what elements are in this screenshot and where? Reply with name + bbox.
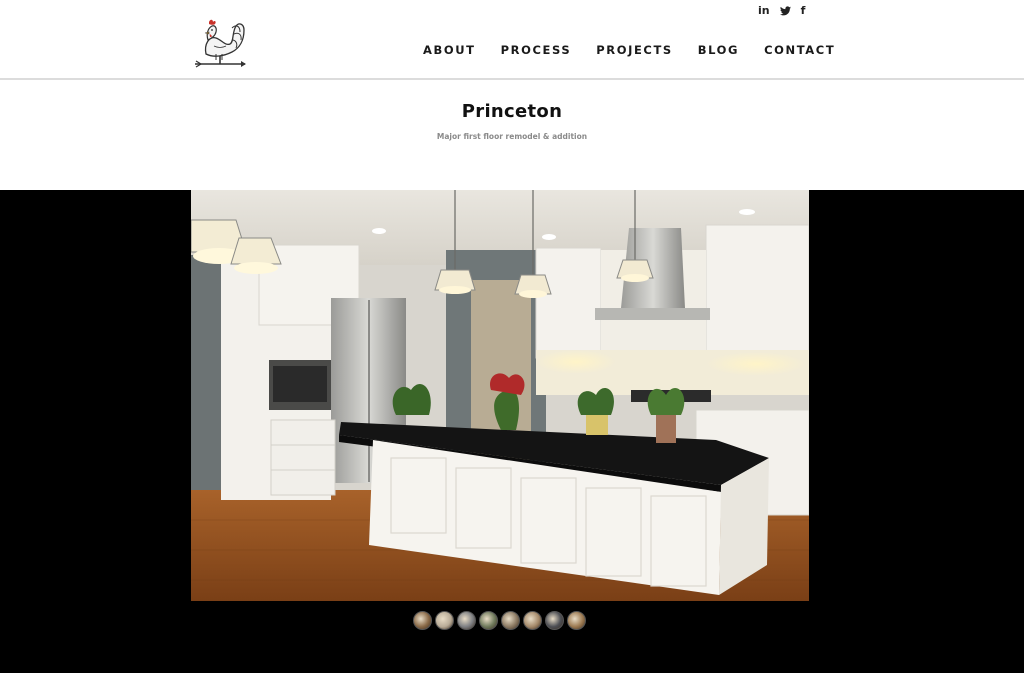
site-header: in f ABOUT PROCESS PROJECTS BLOG CONTACT (0, 0, 1024, 80)
thumbnail-strip (413, 611, 586, 630)
page-subtitle: Major first floor remodel & addition (436, 132, 588, 141)
gallery-thumbnail[interactable] (567, 611, 586, 630)
nav-blog[interactable]: BLOG (698, 43, 739, 57)
nav-process[interactable]: PROCESS (501, 43, 572, 57)
main-nav: ABOUT PROCESS PROJECTS BLOG CONTACT (423, 43, 835, 57)
project-title-area: Princeton Major first floor remodel & ad… (0, 80, 1024, 190)
twitter-icon[interactable] (779, 6, 791, 16)
gallery-thumbnail[interactable] (435, 611, 454, 630)
kitchen-photo[interactable] (191, 190, 809, 601)
social-links: in f (758, 4, 805, 18)
photo-gallery (0, 190, 1024, 673)
facebook-icon[interactable]: f (801, 4, 806, 18)
nav-contact[interactable]: CONTACT (764, 43, 835, 57)
page-title: Princeton (461, 101, 563, 122)
gallery-thumbnail[interactable] (479, 611, 498, 630)
nav-projects[interactable]: PROJECTS (596, 43, 673, 57)
gallery-thumbnail[interactable] (413, 611, 432, 630)
gallery-thumbnail[interactable] (523, 611, 542, 630)
gallery-thumbnail[interactable] (457, 611, 476, 630)
rooster-weathervane-logo[interactable] (192, 14, 248, 70)
gallery-thumbnail[interactable] (501, 611, 520, 630)
linkedin-icon[interactable]: in (758, 4, 770, 18)
gallery-thumbnail[interactable] (545, 611, 564, 630)
nav-about[interactable]: ABOUT (423, 43, 476, 57)
